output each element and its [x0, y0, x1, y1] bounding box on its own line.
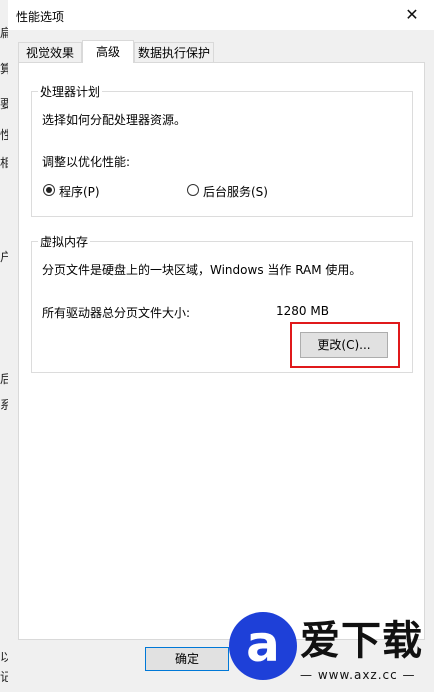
performance-options-dialog: 性能选项 ✕ 视觉效果 高级 数据执行保护 处理器计划 选择如何分配处理器资源。… — [8, 0, 434, 692]
background-text: 记 — [0, 670, 8, 684]
background-text: 系 — [0, 398, 8, 412]
virtual-memory-group: 虚拟内存 分页文件是硬盘上的一块区域，Windows 当作 RAM 使用。 所有… — [31, 233, 413, 373]
background-text: 算 — [0, 62, 8, 76]
processor-scheduling-legend: 处理器计划 — [38, 83, 103, 100]
background-services-radio-label[interactable]: 后台服务(S) — [203, 183, 268, 200]
total-paging-file-label: 所有驱动器总分页文件大小: — [42, 306, 191, 320]
virtual-memory-legend: 虚拟内存 — [38, 233, 91, 250]
background-text: 后 — [0, 372, 8, 386]
close-icon: ✕ — [405, 5, 419, 24]
tab-data-execution-prevention[interactable]: 数据执行保护 — [134, 42, 214, 62]
programs-radio-label[interactable]: 程序(P) — [59, 183, 100, 200]
background-text: 要 — [0, 97, 8, 111]
tab-panel-advanced: 处理器计划 选择如何分配处理器资源。 调整以优化性能: 程序(P) 后台服务(S… — [18, 62, 425, 640]
background-services-radio[interactable] — [187, 184, 199, 196]
watermark-logo-letter: a — [246, 615, 280, 673]
background-text: 性 — [0, 128, 8, 142]
adjust-performance-label: 调整以优化性能: — [42, 155, 131, 169]
change-button[interactable]: 更改(C)... — [300, 332, 388, 358]
watermark-url: — www.axz.cc — — [300, 668, 416, 682]
background-text: 相 — [0, 156, 8, 170]
total-paging-file-value: 1280 MB — [276, 304, 329, 318]
programs-radio[interactable] — [43, 184, 55, 196]
background-text: 户 — [0, 250, 8, 264]
tab-advanced[interactable]: 高级 — [82, 40, 134, 63]
dialog-title: 性能选项 — [16, 10, 65, 24]
watermark-name: 爱下载 — [300, 618, 423, 664]
ok-button[interactable]: 确定 — [145, 647, 229, 671]
virtual-memory-description: 分页文件是硬盘上的一块区域，Windows 当作 RAM 使用。 — [42, 263, 362, 277]
title-bar: 性能选项 ✕ — [8, 0, 434, 30]
background-text: 扁 — [0, 26, 8, 40]
processor-description: 选择如何分配处理器资源。 — [42, 113, 187, 127]
background-text: 以 — [0, 650, 8, 664]
tab-visual-effects[interactable]: 视觉效果 — [18, 42, 82, 62]
close-button[interactable]: ✕ — [390, 0, 434, 30]
processor-scheduling-group: 处理器计划 选择如何分配处理器资源。 调整以优化性能: 程序(P) 后台服务(S… — [31, 83, 413, 217]
